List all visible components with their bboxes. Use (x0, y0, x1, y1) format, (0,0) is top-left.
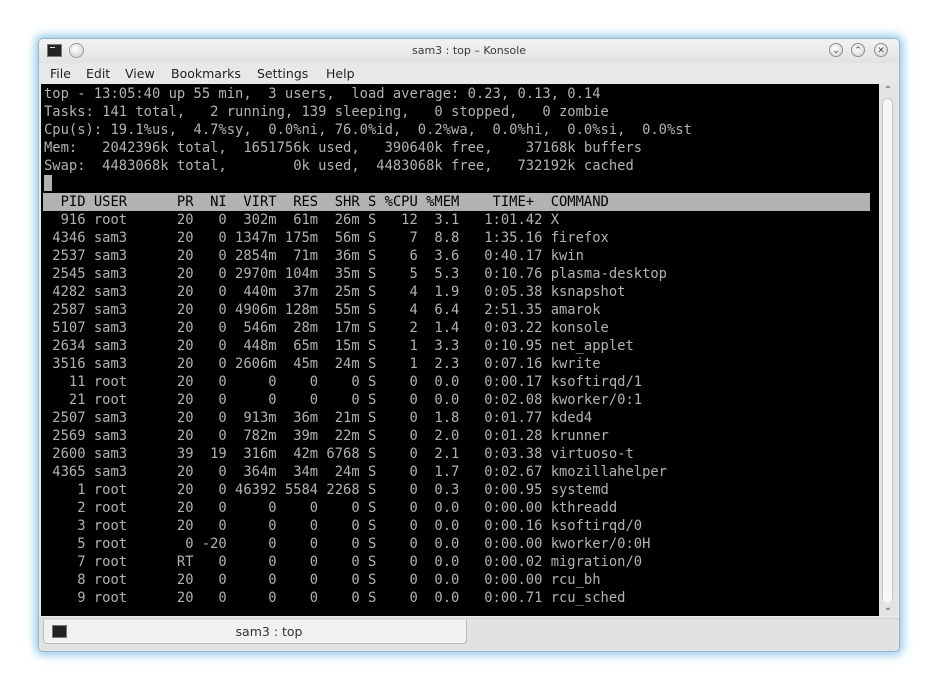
title-bar[interactable]: sam3 : top – Konsole ⌄ ⌃ ✕ (39, 39, 899, 63)
swap-line: Swap: 4483068k total, 0k used, 4483068k … (44, 158, 634, 174)
menu-view[interactable]: View (125, 66, 155, 81)
scroll-thumb[interactable] (883, 99, 892, 603)
process-row: 11 root 20 0 0 0 0 S 0 0.0 0:00.17 ksoft… (44, 374, 643, 390)
cpu-line: Cpu(s): 19.1%us, 4.7%sy, 0.0%ni, 76.0%id… (44, 122, 692, 138)
menu-bookmarks[interactable]: Bookmarks (171, 66, 241, 81)
menu-bar: File Edit View Bookmarks Settings Help (39, 63, 899, 85)
process-row: 7 root RT 0 0 0 0 S 0 0.0 0:00.02 migrat… (44, 554, 643, 570)
chevron-down-icon: ⌄ (832, 46, 840, 56)
menu-help[interactable]: Help (326, 66, 355, 81)
process-row: 4346 sam3 20 0 1347m 175m 56m S 7 8.8 1:… (44, 230, 609, 246)
process-row: 3516 sam3 20 0 2606m 45m 24m S 1 2.3 0:0… (44, 356, 601, 372)
process-row: 2537 sam3 20 0 2854m 71m 36m S 6 3.6 0:4… (44, 248, 584, 264)
process-row: 8 root 20 0 0 0 0 S 0 0.0 0:00.00 rcu_bh (44, 572, 601, 588)
process-row: 4282 sam3 20 0 440m 37m 25m S 4 1.9 0:05… (44, 284, 626, 300)
process-row: 4365 sam3 20 0 364m 34m 24m S 0 1.7 0:02… (44, 464, 667, 480)
scroll-track[interactable] (882, 98, 893, 603)
vertical-scrollbar[interactable]: ⌃ ⌄ (879, 84, 897, 616)
arrow-down-icon[interactable]: ⌄ (882, 602, 894, 614)
process-row: 1 root 20 0 46392 5584 2268 S 0 0.3 0:00… (44, 482, 609, 498)
process-row: 2 root 20 0 0 0 0 S 0 0.0 0:00.00 kthrea… (44, 500, 618, 516)
process-row: 5107 sam3 20 0 546m 28m 17m S 2 1.4 0:03… (44, 320, 609, 336)
konsole-window: sam3 : top – Konsole ⌄ ⌃ ✕ File Edit Vie… (38, 38, 900, 652)
maximize-button[interactable]: ⌃ (851, 43, 865, 57)
process-row: 2545 sam3 20 0 2970m 104m 35m S 5 5.3 0:… (44, 266, 667, 282)
menu-edit[interactable]: Edit (86, 66, 110, 81)
process-row: 5 root 0 -20 0 0 0 S 0 0.0 0:00.00 kwork… (44, 536, 651, 552)
uptime-line: top - 13:05:40 up 55 min, 3 users, load … (44, 86, 601, 102)
process-row: 2634 sam3 20 0 448m 65m 15m S 1 3.3 0:10… (44, 338, 634, 354)
process-row: 2587 sam3 20 0 4906m 128m 55m S 4 6.4 2:… (44, 302, 601, 318)
tab-session[interactable]: sam3 : top (43, 620, 467, 644)
close-icon: ✕ (877, 46, 885, 56)
minimize-button[interactable]: ⌄ (829, 43, 843, 57)
process-row: 2507 sam3 20 0 913m 36m 21m S 0 1.8 0:01… (44, 410, 593, 426)
close-button[interactable]: ✕ (874, 43, 888, 57)
menu-settings[interactable]: Settings (257, 66, 308, 81)
tasks-line: Tasks: 141 total, 2 running, 139 sleepin… (44, 104, 609, 120)
process-row: 2569 sam3 20 0 782m 39m 22m S 0 2.0 0:01… (44, 428, 609, 444)
column-header: PID USER PR NI VIRT RES SHR S %CPU %MEM … (44, 194, 609, 210)
text-cursor (44, 175, 52, 191)
menu-file[interactable]: File (50, 66, 71, 81)
tab-bar: sam3 : top (39, 618, 899, 651)
window-title: sam3 : top – Konsole (411, 44, 527, 57)
mem-line: Mem: 2042396k total, 1651756k used, 3906… (44, 140, 643, 156)
process-row: 9 root 20 0 0 0 0 S 0 0.0 0:00.71 rcu_sc… (44, 590, 626, 606)
tab-label: sam3 : top (235, 624, 303, 639)
process-row: 916 root 20 0 302m 61m 26m S 12 3.1 1:01… (44, 212, 559, 228)
arrow-up-icon[interactable]: ⌃ (882, 85, 894, 97)
process-row: 3 root 20 0 0 0 0 S 0 0.0 0:00.16 ksofti… (44, 518, 643, 534)
process-row: 21 root 20 0 0 0 0 S 0 0.0 0:02.08 kwork… (44, 392, 643, 408)
terminal-display[interactable]: top - 13:05:40 up 55 min, 3 users, load … (41, 84, 879, 616)
chevron-up-icon: ⌃ (854, 46, 862, 56)
process-row: 2600 sam3 39 19 316m 42m 6768 S 0 2.1 0:… (44, 446, 634, 462)
